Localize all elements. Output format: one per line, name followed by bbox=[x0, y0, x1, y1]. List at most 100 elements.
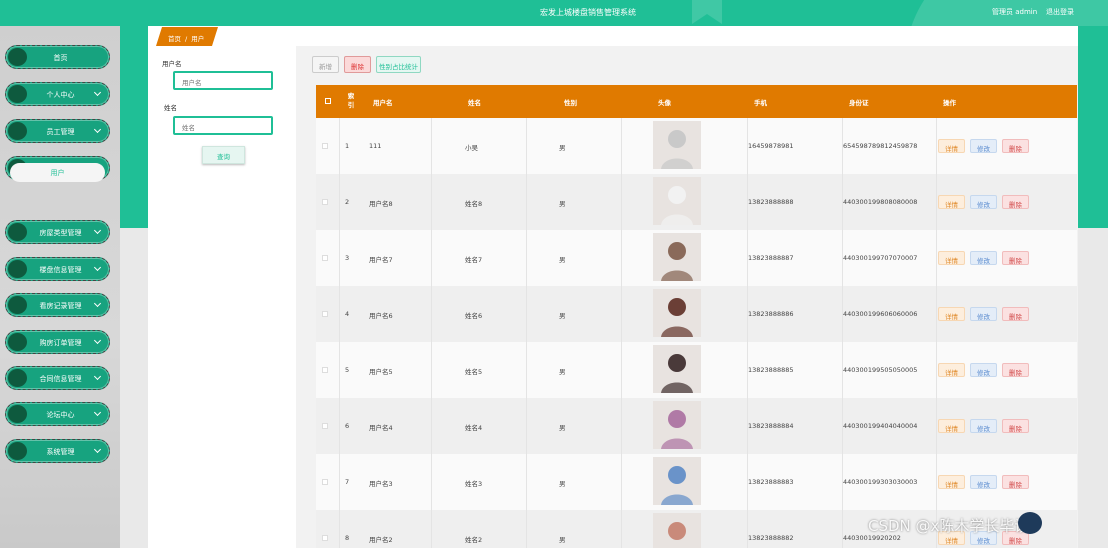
sidebar-item[interactable]: 员工管理 bbox=[5, 119, 110, 143]
query-button[interactable]: 查询 bbox=[202, 146, 245, 164]
sidebar-item[interactable]: 论坛中心 bbox=[5, 402, 110, 426]
cell-phone: 13823888886 bbox=[748, 310, 794, 318]
edit-button[interactable]: 修改 bbox=[970, 251, 997, 265]
table-header: 索引 用户名 姓名 性别 头像 手机 身份证 操作 bbox=[316, 85, 1077, 118]
sidebar-item[interactable]: 合同信息管理 bbox=[5, 366, 110, 390]
menu-dot-icon bbox=[8, 260, 27, 278]
menu-dot-icon bbox=[8, 223, 27, 241]
add-button[interactable]: 新增 bbox=[312, 56, 339, 73]
row-checkbox[interactable] bbox=[322, 367, 328, 373]
cell-name: 姓名7 bbox=[465, 256, 483, 264]
breadcrumb-home[interactable]: 首页 bbox=[168, 35, 181, 43]
sidebar-item[interactable]: 系统管理 bbox=[5, 439, 110, 463]
avatar-image bbox=[653, 289, 701, 337]
table-row[interactable]: 3 用户名7 姓名7 男 13823888887 440300199707070007 详情… bbox=[316, 230, 1077, 286]
column-divider bbox=[526, 286, 527, 342]
edit-button[interactable]: 修改 bbox=[970, 475, 997, 489]
detail-button[interactable]: 详情 bbox=[938, 363, 965, 377]
avatar-image bbox=[653, 233, 701, 281]
row-delete-button[interactable]: 删除 bbox=[1002, 251, 1029, 265]
watermark-text: CSDN @x陈木学长毕设 bbox=[868, 517, 1030, 535]
detail-button[interactable]: 详情 bbox=[938, 475, 965, 489]
cell-gender: 男 bbox=[559, 200, 566, 208]
cell-idcard: 440300199303030003 bbox=[843, 478, 918, 486]
sidebar-item[interactable]: 首页 bbox=[5, 45, 110, 69]
column-divider bbox=[747, 510, 748, 548]
th-actions: 操作 bbox=[943, 99, 956, 107]
column-divider bbox=[936, 454, 937, 510]
cell-phone: 13823888885 bbox=[748, 366, 794, 374]
column-divider bbox=[621, 118, 622, 174]
table-row[interactable]: 1 111 小吴男 16459878981 654598789812459878 详情 修改… bbox=[316, 118, 1077, 174]
cell-gender: 男 bbox=[559, 256, 566, 264]
column-divider bbox=[621, 286, 622, 342]
edit-button[interactable]: 修改 bbox=[970, 195, 997, 209]
row-delete-button[interactable]: 删除 bbox=[1002, 419, 1029, 433]
row-checkbox[interactable] bbox=[322, 311, 328, 317]
menu-dot-icon bbox=[8, 333, 27, 351]
column-divider bbox=[936, 398, 937, 454]
column-divider bbox=[936, 230, 937, 286]
table-row[interactable]: 6 用户名4 姓名4 男 13823888884 440300199404040004 详情… bbox=[316, 398, 1077, 454]
table-row[interactable]: 4 用户名6 姓名6 男 13823888886 440300199606060006 详情… bbox=[316, 286, 1077, 342]
chevron-down-icon bbox=[93, 336, 102, 345]
detail-button[interactable]: 详情 bbox=[938, 139, 965, 153]
cell-username: 111 bbox=[369, 142, 382, 150]
sidebar-item[interactable]: 看房记录管理 bbox=[5, 293, 110, 317]
sidebar-item-label: 合同信息管理 bbox=[39, 375, 82, 383]
row-delete-button[interactable]: 删除 bbox=[1002, 139, 1029, 153]
detail-button[interactable]: 详情 bbox=[938, 307, 965, 321]
delete-button[interactable]: 删除 bbox=[344, 56, 371, 73]
sidebar-item[interactable]: 个人中心 bbox=[5, 82, 110, 106]
column-divider bbox=[339, 286, 340, 342]
row-delete-button[interactable]: 删除 bbox=[1002, 195, 1029, 209]
sidebar-item[interactable]: 房屋类型管理 bbox=[5, 220, 110, 244]
edit-button[interactable]: 修改 bbox=[970, 363, 997, 377]
column-divider bbox=[339, 398, 340, 454]
row-checkbox[interactable] bbox=[322, 199, 328, 205]
sidebar-subitem-users[interactable]: 用户 bbox=[10, 163, 105, 182]
detail-button[interactable]: 详情 bbox=[938, 419, 965, 433]
sidebar-item[interactable]: 购房订单管理 bbox=[5, 330, 110, 354]
sidebar-item[interactable]: 楼盘信息管理 bbox=[5, 257, 110, 281]
column-divider bbox=[339, 118, 340, 174]
column-divider bbox=[526, 230, 527, 286]
detail-button[interactable]: 详情 bbox=[938, 195, 965, 209]
username-input[interactable] bbox=[173, 71, 273, 90]
edit-button[interactable]: 修改 bbox=[970, 307, 997, 321]
row-delete-button[interactable]: 删除 bbox=[1002, 307, 1029, 321]
row-checkbox[interactable] bbox=[322, 535, 328, 541]
column-divider bbox=[621, 454, 622, 510]
chevron-down-icon bbox=[93, 299, 102, 308]
row-checkbox[interactable] bbox=[322, 143, 328, 149]
breadcrumb: 首页 / 用户 bbox=[156, 27, 218, 46]
column-divider bbox=[621, 510, 622, 548]
th-name: 姓名 bbox=[468, 99, 481, 107]
cell-idcard: 440300199404040004 bbox=[843, 422, 918, 430]
cell-index: 5 bbox=[345, 366, 350, 374]
menu-dot-icon bbox=[8, 369, 27, 387]
cell-phone: 13823888883 bbox=[748, 478, 794, 486]
select-all-checkbox[interactable] bbox=[325, 98, 331, 104]
logout-link[interactable]: 退出登录 bbox=[1046, 7, 1074, 17]
cell-index: 1 bbox=[345, 142, 350, 150]
detail-button[interactable]: 详情 bbox=[938, 251, 965, 265]
row-delete-button[interactable]: 删除 bbox=[1002, 475, 1029, 489]
column-divider bbox=[431, 230, 432, 286]
row-delete-button[interactable]: 删除 bbox=[1002, 363, 1029, 377]
row-checkbox[interactable] bbox=[322, 479, 328, 485]
breadcrumb-separator: / bbox=[185, 35, 188, 43]
cell-gender: 男 bbox=[559, 144, 566, 152]
edit-button[interactable]: 修改 bbox=[970, 139, 997, 153]
table-row[interactable]: 5 用户名5 姓名5 男 13823888885 440300199505050005 详情… bbox=[316, 342, 1077, 398]
edit-button[interactable]: 修改 bbox=[970, 419, 997, 433]
gender-stats-button[interactable]: 性别占比统计 bbox=[376, 56, 421, 73]
row-checkbox[interactable] bbox=[322, 255, 328, 261]
row-checkbox[interactable] bbox=[322, 423, 328, 429]
name-input[interactable] bbox=[173, 116, 273, 135]
table-row[interactable]: 7 用户名3 姓名3 男 13823888883 440300199303030003 详情… bbox=[316, 454, 1077, 510]
username-label: 用户名 bbox=[162, 60, 182, 68]
cell-name: 姓名2 bbox=[465, 536, 483, 544]
cell-index: 3 bbox=[345, 254, 350, 262]
table-row[interactable]: 2 用户名8 姓名8 男 13823888888 440300199808080008 详情… bbox=[316, 174, 1077, 230]
